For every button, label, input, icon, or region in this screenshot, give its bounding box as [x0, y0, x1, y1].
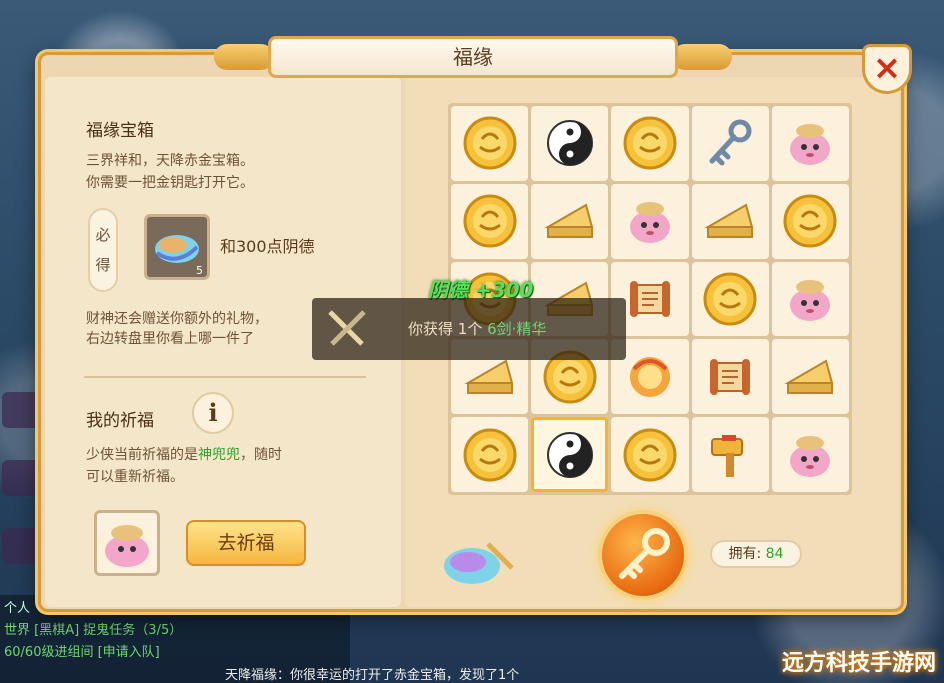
pet-pot-icon — [105, 525, 149, 567]
golden-key-icon — [619, 528, 670, 579]
cheese-wedge-icon — [784, 359, 834, 394]
grid-cell[interactable] — [531, 106, 609, 181]
pet-pot-icon — [790, 124, 831, 166]
chest-desc: 你需要一把金钥匙打开它。 — [86, 175, 254, 191]
gold-coin-icon — [463, 116, 517, 170]
pet-pot-icon — [790, 435, 831, 477]
info-button[interactable]: i — [192, 392, 234, 434]
grid-cell[interactable] — [611, 106, 689, 181]
grid-cell[interactable] — [771, 261, 849, 337]
blessing-title: 我的祈福 — [86, 411, 154, 431]
section-divider — [84, 376, 366, 378]
chest-title: 福缘宝箱 — [86, 121, 154, 141]
grid-cell[interactable] — [611, 417, 689, 492]
scroll-icon — [629, 280, 670, 317]
reward-toast: 你获得 1个 6剑·精华 — [312, 298, 626, 360]
grid-cell[interactable] — [611, 183, 689, 259]
cheese-wedge-icon — [544, 203, 594, 239]
pray-button[interactable]: 去祈福 — [186, 520, 306, 566]
grid-cell[interactable] — [691, 261, 769, 337]
side-menu-icon[interactable] — [2, 392, 42, 428]
grid-cell[interactable] — [451, 106, 529, 181]
side-menu-icon[interactable] — [2, 460, 42, 496]
gold-coin-icon — [623, 116, 677, 170]
chat-line: 个人 — [4, 601, 31, 616]
chat-line: 世界 [黑棋A] 捉鬼任务（3/5） — [4, 623, 183, 638]
gold-coin-icon — [463, 194, 517, 248]
grid-cell[interactable] — [691, 106, 769, 181]
gold-coin-icon — [783, 194, 837, 248]
blessing-pet-name: 神兜兜 — [198, 447, 240, 463]
chat-line: 60/60级进组间 [申请入队] — [4, 645, 160, 660]
pet-pot-icon — [790, 279, 831, 321]
blessing-desc: 可以重新祈福。 — [86, 469, 184, 485]
owned-value: 84 — [765, 546, 784, 562]
cheese-wedge-icon — [704, 203, 754, 239]
fire-orb-icon — [629, 356, 670, 397]
crossed-swords-icon — [328, 310, 366, 346]
blessing-desc-prefix: 少侠当前祈福的是 — [86, 447, 198, 463]
yin-yang-icon — [546, 120, 593, 167]
title-ornament — [214, 44, 274, 70]
blessing-desc: 少侠当前祈福的是神兜兜，随时 — [86, 444, 282, 466]
toast-count: 1个 — [457, 320, 483, 338]
toast-item: 6剑·精华 — [487, 320, 547, 338]
reward-text: 和300点阴德 — [220, 237, 315, 256]
yin-yang-icon — [546, 431, 593, 478]
grid-cell[interactable] — [691, 417, 769, 492]
gold-coin-icon — [623, 428, 677, 482]
silver-key-icon — [709, 119, 752, 166]
window-title: 福缘 — [268, 36, 678, 78]
side-menu-icon[interactable] — [2, 528, 42, 564]
blessing-desc-suffix: ，随时 — [240, 447, 282, 463]
gold-coin-icon — [703, 272, 757, 326]
title-ornament — [672, 44, 732, 70]
grid-cell[interactable] — [771, 106, 849, 181]
grid-cell[interactable] — [531, 417, 609, 492]
extra-desc: 右边转盘里你看上哪一件了 — [86, 331, 254, 347]
grid-cell[interactable] — [771, 183, 849, 259]
grid-cell[interactable] — [691, 339, 769, 415]
grid-cell[interactable] — [451, 183, 529, 259]
bonus-item-icon — [444, 542, 514, 584]
owned-keys: 拥有: 84 — [710, 540, 802, 568]
watermark-logo: 远方科技手游网 — [781, 651, 936, 676]
pet-pot-icon — [629, 202, 670, 244]
grid-cell[interactable] — [771, 339, 849, 415]
gold-coin-icon — [463, 428, 517, 482]
grid-cell[interactable] — [691, 183, 769, 259]
close-button[interactable]: × — [862, 44, 912, 94]
golden-hammer-icon — [711, 434, 744, 477]
owned-label: 拥有: — [728, 546, 762, 562]
scroll-icon — [710, 358, 751, 395]
grid-cell[interactable] — [451, 417, 529, 492]
must-get-label: 必得 — [88, 208, 118, 292]
chest-desc: 三界祥和，天降赤金宝箱。 — [86, 153, 254, 169]
reward-count: 5 — [196, 264, 203, 277]
extra-desc: 财神还会赠送你额外的礼物， — [86, 311, 268, 327]
toast-prefix: 你获得 — [408, 320, 454, 338]
grid-cell[interactable] — [531, 183, 609, 259]
blessing-pet-slot[interactable] — [94, 510, 160, 576]
reward-item-slot[interactable]: 5 — [144, 214, 210, 280]
open-chest-key-button[interactable] — [598, 510, 688, 600]
system-message: 天降福缘：你很幸运的打开了赤金宝箱，发现了1个 — [225, 668, 520, 683]
grid-cell[interactable] — [771, 417, 849, 492]
toast-text: 你获得 1个 6剑·精华 — [408, 318, 546, 339]
